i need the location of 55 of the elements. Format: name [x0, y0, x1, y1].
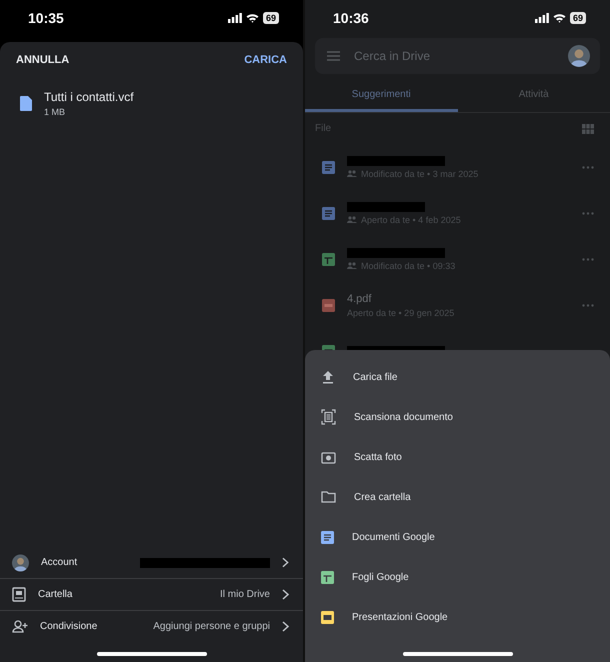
avatar-icon[interactable] [12, 554, 29, 572]
spreadsheet-icon [322, 252, 335, 266]
file-name: 4.pdf [347, 292, 372, 304]
signal-icon [534, 13, 549, 23]
more-icon[interactable] [582, 166, 594, 168]
file-size: 1 MB [44, 107, 66, 117]
document-icon [321, 530, 334, 544]
setting-label: Cartella [38, 589, 74, 600]
chevron-icon [282, 557, 289, 568]
upload-button[interactable]: CARICA [244, 54, 287, 66]
add-person-icon [12, 620, 28, 633]
setting-label: Account [40, 557, 78, 568]
menu-item[interactable]: Carica file [305, 357, 610, 397]
folder-icon [321, 491, 336, 503]
signal-icon [228, 13, 242, 23]
spreadsheet-icon [321, 570, 334, 584]
search-field[interactable]: Cerca in Drive [352, 48, 556, 64]
status-time: 10:36 [333, 10, 369, 26]
grid-view-icon[interactable] [582, 124, 594, 134]
settings-row[interactable]: Account [0, 547, 303, 579]
camera-icon [321, 450, 336, 464]
more-icon[interactable] [582, 258, 594, 260]
scan-document-icon [321, 409, 336, 425]
chevron-icon [282, 589, 289, 600]
file-icon [20, 96, 32, 111]
battery-level: 69 [262, 12, 279, 24]
menu-item[interactable]: Documenti Google [305, 517, 610, 557]
search-bar[interactable]: Cerca in Drive [315, 38, 600, 74]
document-icon [322, 206, 335, 220]
setting-value: Aggiungi persone e gruppi [152, 621, 270, 632]
menu-item[interactable]: Crea cartella [305, 477, 610, 517]
status-time: 10:35 [28, 10, 64, 26]
file-name: Tutti i contatti.vcf [44, 90, 134, 104]
menu-icon[interactable] [327, 51, 340, 61]
upload-icon [321, 370, 335, 384]
cancel-button[interactable]: ANNULLA [16, 54, 70, 66]
drive-folder-icon [12, 587, 26, 602]
battery-level: 69 [570, 12, 586, 24]
setting-label: Condivisione [40, 621, 98, 632]
pdf-icon [322, 298, 335, 312]
document-icon [322, 160, 335, 174]
more-icon[interactable] [582, 304, 594, 306]
wifi-icon [246, 13, 259, 23]
settings-row[interactable]: Cartella Il mio Drive [0, 579, 303, 611]
more-icon[interactable] [582, 212, 594, 214]
presentation-icon [321, 610, 334, 624]
chevron-icon [282, 621, 289, 632]
settings-row[interactable]: Condivisione Aggiungi persone e gruppi [0, 611, 303, 642]
menu-item[interactable]: Fogli Google [305, 557, 610, 597]
menu-item[interactable]: Presentazioni Google [305, 597, 610, 637]
menu-item[interactable]: Scansiona documento [305, 397, 610, 437]
wifi-icon [552, 13, 566, 23]
menu-item[interactable]: Scatta foto [305, 437, 610, 477]
avatar-icon[interactable] [568, 45, 590, 67]
setting-value: Il mio Drive [218, 589, 270, 600]
